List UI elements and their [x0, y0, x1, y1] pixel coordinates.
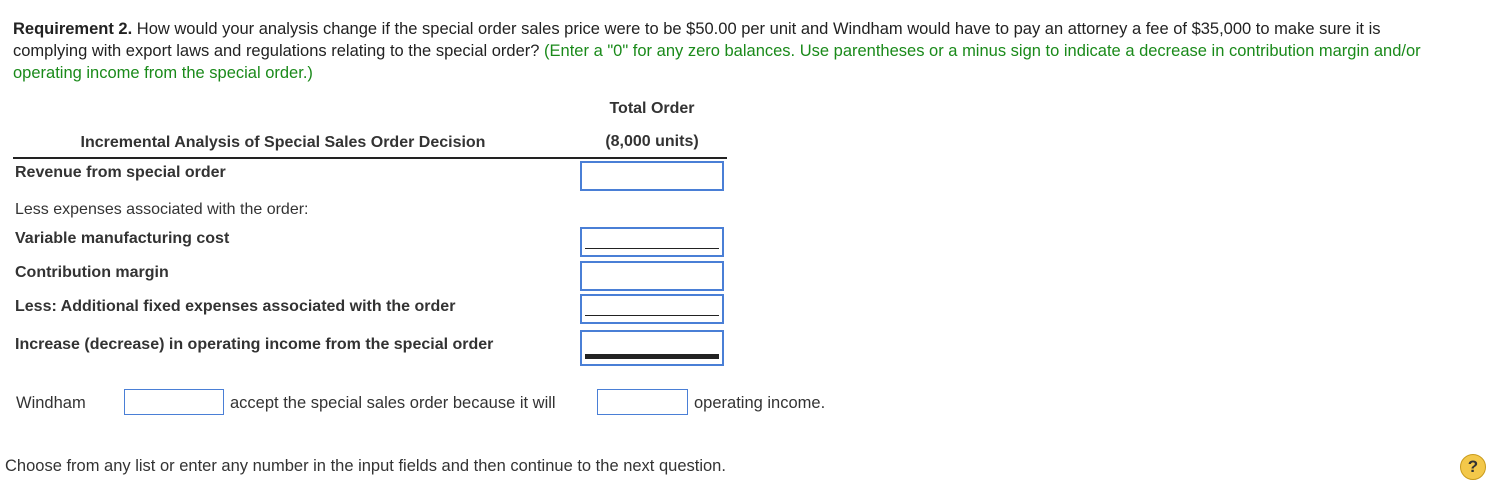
column-header-total-order: Total Order — [609, 100, 695, 117]
input-contribution-margin[interactable] — [580, 261, 724, 291]
row-label-contribution-margin: Contribution margin — [15, 264, 169, 281]
row-label-operating-income: Increase (decrease) in operating income … — [15, 336, 494, 353]
input-operating-income[interactable] — [580, 330, 724, 366]
conclusion-subject: Windham — [16, 394, 86, 412]
requirement-text: Requirement 2. How would your analysis c… — [13, 18, 1453, 84]
conclusion-middle-text: accept the special sales order because i… — [230, 394, 556, 412]
single-underline — [585, 248, 719, 249]
table-title: Incremental Analysis of Special Sales Or… — [80, 134, 486, 151]
input-revenue[interactable] — [580, 161, 724, 191]
double-underline — [585, 354, 719, 359]
requirement-label: Requirement 2. — [13, 20, 133, 38]
accept-decision-select[interactable] — [124, 389, 224, 415]
footer-instruction: Choose from any list or enter any number… — [5, 457, 726, 475]
table-header-rule — [13, 157, 727, 159]
row-label-revenue: Revenue from special order — [15, 164, 226, 181]
help-icon[interactable]: ? — [1460, 454, 1486, 480]
row-label-variable-cost: Variable manufacturing cost — [15, 230, 230, 247]
column-header-units: (8,000 units) — [605, 133, 699, 150]
input-fixed-expenses[interactable] — [580, 294, 724, 324]
conclusion-end-text: operating income. — [694, 394, 826, 412]
input-variable-cost[interactable] — [580, 227, 724, 257]
income-effect-select[interactable] — [597, 389, 688, 415]
row-label-less-expenses: Less expenses associated with the order: — [15, 201, 309, 218]
single-underline — [585, 315, 719, 316]
row-label-fixed-expenses: Less: Additional fixed expenses associat… — [15, 298, 456, 315]
